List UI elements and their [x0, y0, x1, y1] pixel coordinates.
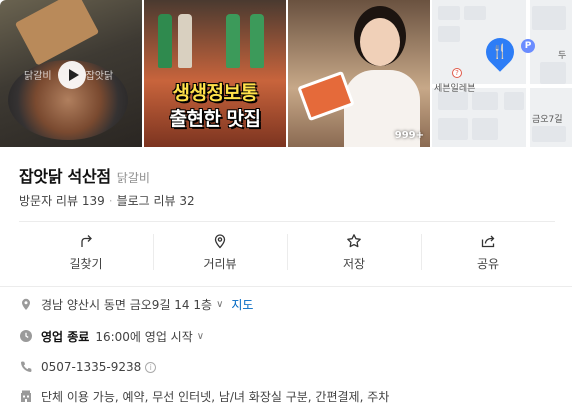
- amenities-text: 단체 이용 가능, 예약, 무선 인터넷, 남/녀 화장실 구분, 간편결제, …: [41, 389, 390, 404]
- play-icon[interactable]: [58, 61, 86, 89]
- visitor-review-link[interactable]: 방문자 리뷰 139: [19, 192, 105, 209]
- map-link[interactable]: 지도: [231, 296, 253, 313]
- map-label-road: 금오7길: [532, 115, 563, 125]
- share-label: 공유: [476, 256, 500, 271]
- video-thumbnail[interactable]: 닭갈비 잡앗닭: [0, 0, 142, 147]
- review-separator: ·: [108, 193, 113, 208]
- review-summary: 방문자 리뷰 139 · 블로그 리뷰 32: [19, 192, 195, 209]
- divider: [19, 221, 555, 222]
- phone-number[interactable]: 0507-1335-9238: [41, 360, 141, 374]
- info-icon[interactable]: i: [145, 361, 157, 373]
- directions-button[interactable]: 길찾기: [19, 224, 153, 280]
- share-icon: [481, 235, 495, 247]
- overlay-text-line2: 출현한 맛집: [169, 108, 261, 130]
- star-icon: [347, 233, 361, 247]
- place-category: 닭갈비: [116, 171, 150, 185]
- map-label-corner: 두: [558, 51, 567, 61]
- save-button[interactable]: 저장: [287, 224, 421, 280]
- place-header: 잡앗닭 석산점 닭갈비: [19, 163, 150, 187]
- directions-icon: [81, 234, 92, 247]
- street-view-label: 거리뷰: [203, 256, 237, 271]
- building-icon: [19, 389, 33, 403]
- directions-label: 길찾기: [69, 256, 103, 271]
- parking-icon: P: [521, 39, 535, 53]
- location-pin-icon: [214, 233, 226, 248]
- photo-tv-feature[interactable]: 생생정보통 출현한 맛집: [144, 0, 286, 147]
- chevron-down-icon[interactable]: ∨: [216, 299, 223, 310]
- hours-status: 영업 종료: [41, 329, 90, 344]
- share-button[interactable]: 공유: [421, 224, 555, 280]
- address-row: 경남 양산시 동면 금오9길 14 1층 ∨ 지도: [19, 295, 253, 313]
- save-label: 저장: [342, 256, 366, 271]
- photo-count-badge: 999+: [394, 130, 424, 141]
- wooden-board: [14, 0, 100, 66]
- clock-icon: [19, 329, 33, 343]
- address-text: 경남 양산시 동면 금오9길 14 1층: [41, 297, 213, 312]
- phone-icon: [19, 360, 33, 374]
- hours-text: 16:00에 영업 시작: [95, 329, 193, 344]
- location-icon: [19, 297, 33, 311]
- hours-row[interactable]: 영업 종료 16:00에 영업 시작 ∨: [19, 327, 204, 345]
- photo-person[interactable]: 999+: [288, 0, 430, 147]
- place-name: 잡앗닭 석산점: [19, 167, 111, 186]
- street-view-button[interactable]: 거리뷰: [153, 224, 287, 280]
- bottles-image: [154, 8, 276, 68]
- overlay-text-line1: 생생정보통: [172, 82, 258, 104]
- map-pin-icon[interactable]: 🍴: [480, 32, 520, 76]
- action-bar: 길찾기 거리뷰 저장 공유: [19, 224, 555, 280]
- store-marker-icon: ?: [452, 68, 462, 78]
- chevron-down-icon[interactable]: ∨: [197, 331, 204, 342]
- amenities-row: 단체 이용 가능, 예약, 무선 인터넷, 남/녀 화장실 구분, 간편결제, …: [19, 387, 389, 405]
- phone-row: 0507-1335-9238 i: [19, 358, 157, 376]
- photo-gallery: 닭갈비 잡앗닭 생생정보통 출현한 맛집 999+ ? 세븐일레븐 금오7길 두…: [0, 0, 572, 147]
- blog-review-link[interactable]: 블로그 리뷰 32: [117, 192, 195, 209]
- map-thumbnail[interactable]: ? 세븐일레븐 금오7길 두 🍴 P: [432, 0, 572, 147]
- map-label-store: 세븐일레븐: [434, 84, 476, 94]
- divider: [0, 286, 572, 287]
